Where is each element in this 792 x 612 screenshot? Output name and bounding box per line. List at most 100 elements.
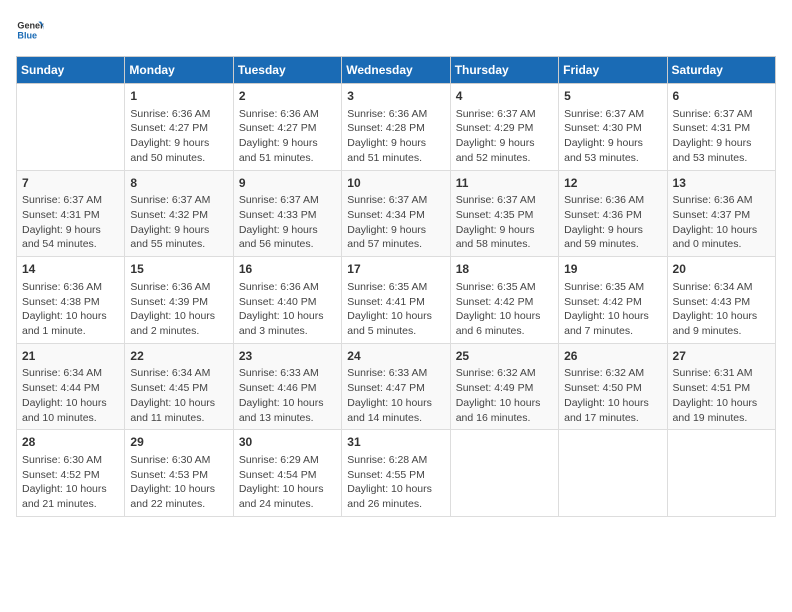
day-cell: 4Sunrise: 6:37 AM Sunset: 4:29 PM Daylig… — [450, 84, 558, 171]
day-number: 5 — [564, 88, 661, 105]
header-cell-saturday: Saturday — [667, 57, 775, 84]
week-row-2: 7Sunrise: 6:37 AM Sunset: 4:31 PM Daylig… — [17, 170, 776, 257]
day-cell: 21Sunrise: 6:34 AM Sunset: 4:44 PM Dayli… — [17, 343, 125, 430]
day-cell: 6 Sunrise: 6:37 AM Sunset: 4:31 PM Daylig… — [667, 84, 775, 171]
day-detail: Sunrise: 6:36 AM Sunset: 4:36 PM Dayligh… — [564, 193, 661, 252]
day-number: 31 — [347, 434, 444, 451]
day-detail: Sunrise: 6:35 AM Sunset: 4:42 PM Dayligh… — [456, 280, 553, 339]
page-header: General Blue — [16, 16, 776, 44]
day-number: 2 — [239, 88, 336, 105]
week-row-1: 1 Sunrise: 6:36 AM Sunset: 4:27 PM Daylig… — [17, 84, 776, 171]
day-number: 7 — [22, 175, 119, 192]
logo-icon: General Blue — [16, 16, 44, 44]
day-cell: 19Sunrise: 6:35 AM Sunset: 4:42 PM Dayli… — [559, 257, 667, 344]
day-cell: 5Sunrise: 6:37 AM Sunset: 4:30 PM Daylig… — [559, 84, 667, 171]
day-cell: 11Sunrise: 6:37 AM Sunset: 4:35 PM Dayli… — [450, 170, 558, 257]
day-detail: Sunrise: 6:30 AM Sunset: 4:52 PM Dayligh… — [22, 453, 119, 512]
day-cell: 9Sunrise: 6:37 AM Sunset: 4:33 PM Daylig… — [233, 170, 341, 257]
header-cell-sunday: Sunday — [17, 57, 125, 84]
day-cell: 3 Sunrise: 6:36 AM Sunset: 4:28 PM Daylig… — [342, 84, 450, 171]
day-number: 25 — [456, 348, 553, 365]
week-row-4: 21Sunrise: 6:34 AM Sunset: 4:44 PM Dayli… — [17, 343, 776, 430]
day-cell: 26Sunrise: 6:32 AM Sunset: 4:50 PM Dayli… — [559, 343, 667, 430]
day-number: 6 — [673, 88, 770, 105]
day-cell — [559, 430, 667, 517]
day-detail: Sunrise: 6:37 AM Sunset: 4:29 PM Dayligh… — [456, 107, 553, 166]
header-cell-thursday: Thursday — [450, 57, 558, 84]
header-cell-friday: Friday — [559, 57, 667, 84]
day-number: 22 — [130, 348, 227, 365]
day-detail: Sunrise: 6:37 AM Sunset: 4:35 PM Dayligh… — [456, 193, 553, 252]
day-cell: 2 Sunrise: 6:36 AM Sunset: 4:27 PM Daylig… — [233, 84, 341, 171]
day-number: 29 — [130, 434, 227, 451]
day-number: 10 — [347, 175, 444, 192]
day-number: 13 — [673, 175, 770, 192]
day-number: 8 — [130, 175, 227, 192]
day-number: 20 — [673, 261, 770, 278]
day-cell — [450, 430, 558, 517]
header-cell-tuesday: Tuesday — [233, 57, 341, 84]
day-number: 14 — [22, 261, 119, 278]
day-detail: Sunrise: 6:35 AM Sunset: 4:41 PM Dayligh… — [347, 280, 444, 339]
calendar-table: SundayMondayTuesdayWednesdayThursdayFrid… — [16, 56, 776, 517]
day-detail: Sunrise: 6:34 AM Sunset: 4:44 PM Dayligh… — [22, 366, 119, 425]
day-detail: Sunrise: 6:36 AM Sunset: 4:38 PM Dayligh… — [22, 280, 119, 339]
day-number: 23 — [239, 348, 336, 365]
day-detail: Sunrise: 6:37 AM Sunset: 4:31 PM Dayligh… — [673, 107, 770, 166]
week-row-5: 28 Sunrise: 6:30 AM Sunset: 4:52 PM Dayli… — [17, 430, 776, 517]
day-detail: Sunrise: 6:36 AM Sunset: 4:27 PM Dayligh… — [130, 107, 227, 166]
day-detail: Sunrise: 6:29 AM Sunset: 4:54 PM Dayligh… — [239, 453, 336, 512]
day-number: 27 — [673, 348, 770, 365]
day-cell — [17, 84, 125, 171]
header-cell-monday: Monday — [125, 57, 233, 84]
day-number: 28 — [22, 434, 119, 451]
day-cell: 14 Sunrise: 6:36 AM Sunset: 4:38 PM Dayli… — [17, 257, 125, 344]
day-cell: 18 Sunrise: 6:35 AM Sunset: 4:42 PM Dayli… — [450, 257, 558, 344]
day-detail: Sunrise: 6:36 AM Sunset: 4:27 PM Dayligh… — [239, 107, 336, 166]
day-detail: Sunrise: 6:36 AM Sunset: 4:40 PM Dayligh… — [239, 280, 336, 339]
day-number: 3 — [347, 88, 444, 105]
day-cell: 7Sunrise: 6:37 AM Sunset: 4:31 PM Daylig… — [17, 170, 125, 257]
day-detail: Sunrise: 6:30 AM Sunset: 4:53 PM Dayligh… — [130, 453, 227, 512]
day-cell: 16 Sunrise: 6:36 AM Sunset: 4:40 PM Dayli… — [233, 257, 341, 344]
day-number: 16 — [239, 261, 336, 278]
day-detail: Sunrise: 6:36 AM Sunset: 4:37 PM Dayligh… — [673, 193, 770, 252]
day-detail: Sunrise: 6:33 AM Sunset: 4:47 PM Dayligh… — [347, 366, 444, 425]
day-detail: Sunrise: 6:36 AM Sunset: 4:39 PM Dayligh… — [130, 280, 227, 339]
day-detail: Sunrise: 6:34 AM Sunset: 4:43 PM Dayligh… — [673, 280, 770, 339]
day-number: 30 — [239, 434, 336, 451]
day-cell: 20 Sunrise: 6:34 AM Sunset: 4:43 PM Dayli… — [667, 257, 775, 344]
day-cell: 1 Sunrise: 6:36 AM Sunset: 4:27 PM Daylig… — [125, 84, 233, 171]
header-cell-wednesday: Wednesday — [342, 57, 450, 84]
svg-text:Blue: Blue — [17, 30, 37, 40]
day-number: 19 — [564, 261, 661, 278]
day-detail: Sunrise: 6:28 AM Sunset: 4:55 PM Dayligh… — [347, 453, 444, 512]
day-detail: Sunrise: 6:37 AM Sunset: 4:32 PM Dayligh… — [130, 193, 227, 252]
header-row: SundayMondayTuesdayWednesdayThursdayFrid… — [17, 57, 776, 84]
day-cell: 25Sunrise: 6:32 AM Sunset: 4:49 PM Dayli… — [450, 343, 558, 430]
day-cell: 24Sunrise: 6:33 AM Sunset: 4:47 PM Dayli… — [342, 343, 450, 430]
day-cell: 8Sunrise: 6:37 AM Sunset: 4:32 PM Daylig… — [125, 170, 233, 257]
day-cell: 15Sunrise: 6:36 AM Sunset: 4:39 PM Dayli… — [125, 257, 233, 344]
day-cell: 17 Sunrise: 6:35 AM Sunset: 4:41 PM Dayli… — [342, 257, 450, 344]
day-number: 17 — [347, 261, 444, 278]
day-cell: 13Sunrise: 6:36 AM Sunset: 4:37 PM Dayli… — [667, 170, 775, 257]
day-detail: Sunrise: 6:31 AM Sunset: 4:51 PM Dayligh… — [673, 366, 770, 425]
day-detail: Sunrise: 6:36 AM Sunset: 4:28 PM Dayligh… — [347, 107, 444, 166]
day-detail: Sunrise: 6:34 AM Sunset: 4:45 PM Dayligh… — [130, 366, 227, 425]
day-cell: 12Sunrise: 6:36 AM Sunset: 4:36 PM Dayli… — [559, 170, 667, 257]
day-detail: Sunrise: 6:32 AM Sunset: 4:49 PM Dayligh… — [456, 366, 553, 425]
day-detail: Sunrise: 6:32 AM Sunset: 4:50 PM Dayligh… — [564, 366, 661, 425]
day-number: 12 — [564, 175, 661, 192]
day-cell: 30 Sunrise: 6:29 AM Sunset: 4:54 PM Dayli… — [233, 430, 341, 517]
day-number: 18 — [456, 261, 553, 278]
day-cell: 28 Sunrise: 6:30 AM Sunset: 4:52 PM Dayli… — [17, 430, 125, 517]
day-detail: Sunrise: 6:37 AM Sunset: 4:31 PM Dayligh… — [22, 193, 119, 252]
day-cell — [667, 430, 775, 517]
day-cell: 27Sunrise: 6:31 AM Sunset: 4:51 PM Dayli… — [667, 343, 775, 430]
logo: General Blue — [16, 16, 48, 44]
day-cell: 23Sunrise: 6:33 AM Sunset: 4:46 PM Dayli… — [233, 343, 341, 430]
day-number: 1 — [130, 88, 227, 105]
day-cell: 22Sunrise: 6:34 AM Sunset: 4:45 PM Dayli… — [125, 343, 233, 430]
day-detail: Sunrise: 6:33 AM Sunset: 4:46 PM Dayligh… — [239, 366, 336, 425]
